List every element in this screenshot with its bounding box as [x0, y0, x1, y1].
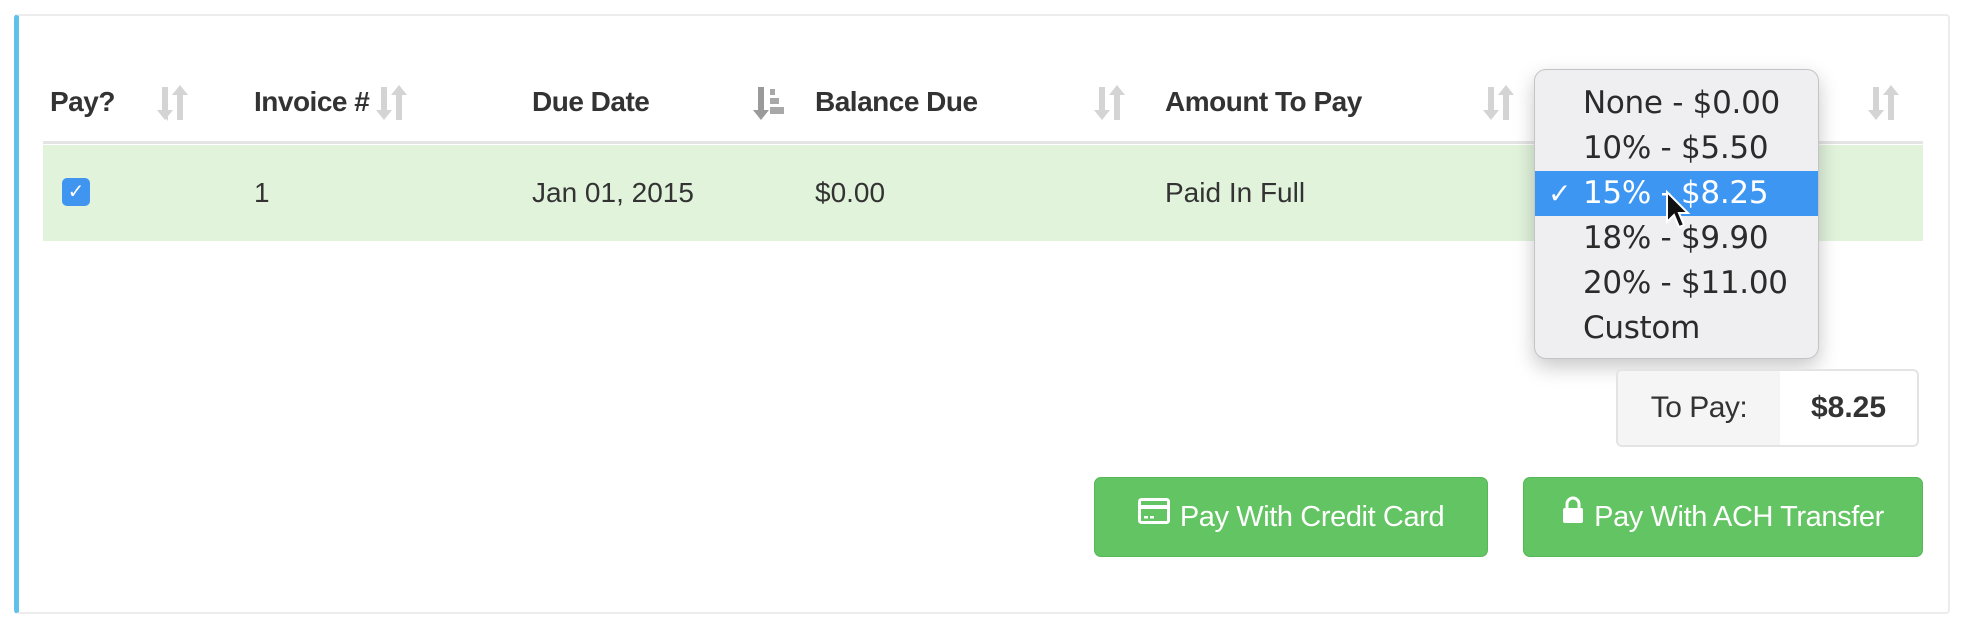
to-pay-summary: To Pay: $8.25: [1616, 369, 1919, 447]
mouse-cursor-icon: [1665, 189, 1691, 230]
column-header-due-date[interactable]: Due Date: [532, 62, 650, 144]
sort-unsorted-icon[interactable]: [1093, 83, 1127, 123]
tip-option[interactable]: Custom: [1535, 306, 1818, 351]
sort-unsorted-icon[interactable]: [1482, 83, 1516, 123]
column-header-invoice[interactable]: Invoice #: [254, 62, 370, 144]
column-header-pay[interactable]: Pay?: [50, 62, 115, 144]
sort-unsorted-icon[interactable]: [375, 83, 409, 123]
invoice-number: 1: [254, 177, 270, 208]
pay-with-credit-card-button[interactable]: Pay With Credit Card: [1094, 477, 1488, 557]
column-header-amount-to-pay[interactable]: Amount To Pay: [1165, 62, 1362, 144]
pay-with-ach-button[interactable]: Pay With ACH Transfer: [1523, 477, 1923, 557]
checkmark-icon: ✓: [1548, 177, 1572, 210]
tip-option[interactable]: 20% - $11.00: [1535, 261, 1818, 306]
to-pay-label: To Pay:: [1618, 371, 1780, 445]
checkmark-icon: ✓: [67, 181, 85, 203]
tip-option-label: None - $0.00: [1583, 85, 1780, 121]
ach-button-label: Pay With ACH Transfer: [1594, 501, 1884, 533]
credit-card-icon: [1137, 476, 1170, 554]
due-date: Jan 01, 2015: [532, 177, 694, 208]
amount-to-pay: Paid In Full: [1165, 177, 1306, 208]
to-pay-value: $8.25: [1810, 391, 1887, 424]
sort-descending-icon[interactable]: [753, 83, 787, 123]
credit-card-button-label: Pay With Credit Card: [1179, 501, 1445, 533]
pay-checkbox[interactable]: ✓: [62, 178, 90, 206]
balance-due: $0.00: [815, 177, 886, 208]
tip-option-label: Custom: [1583, 310, 1700, 346]
tip-option[interactable]: 10% - $5.50: [1535, 126, 1818, 171]
sort-unsorted-icon[interactable]: [1867, 83, 1901, 123]
tip-option-label: 10% - $5.50: [1583, 130, 1769, 166]
tip-option-label: 20% - $11.00: [1583, 265, 1788, 301]
lock-icon: [1562, 476, 1584, 554]
sort-unsorted-icon[interactable]: [156, 83, 190, 123]
tip-option[interactable]: None - $0.00: [1535, 81, 1818, 126]
column-header-balance-due[interactable]: Balance Due: [815, 62, 978, 144]
